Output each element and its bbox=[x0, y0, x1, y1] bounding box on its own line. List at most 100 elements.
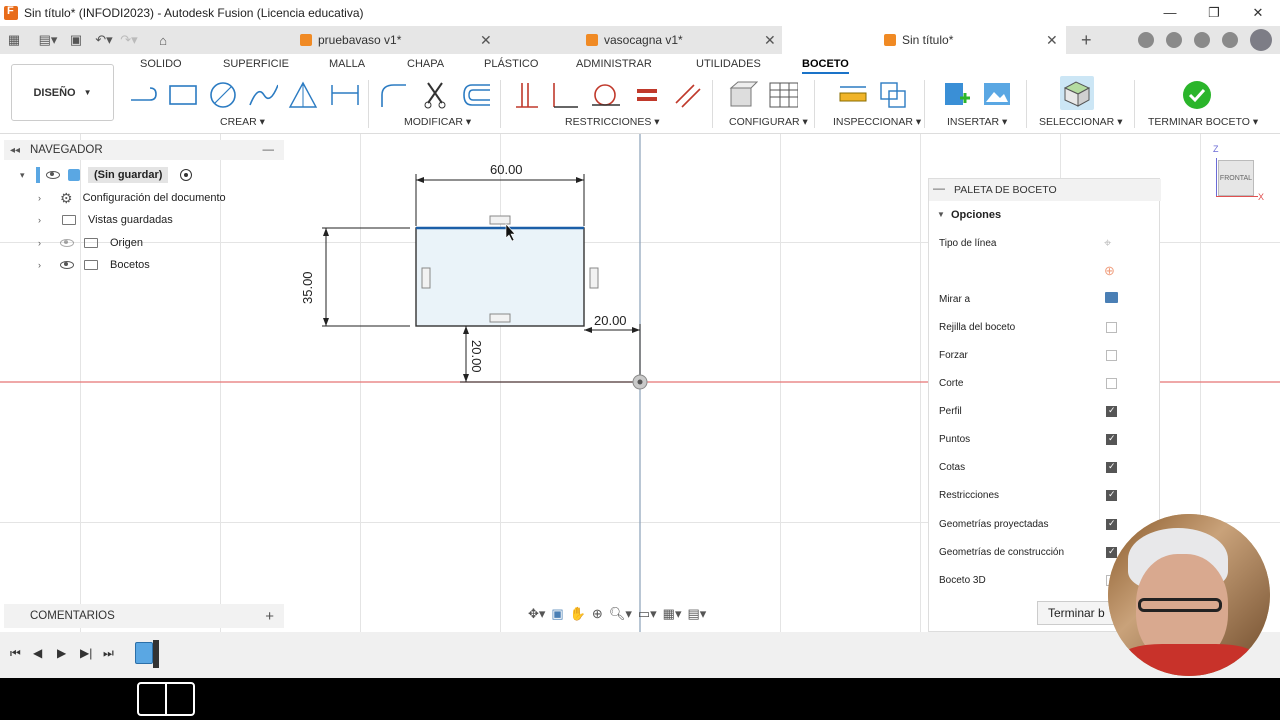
close-tab-icon[interactable]: ✕ bbox=[764, 32, 776, 49]
minimize-icon[interactable]: — bbox=[1148, 0, 1192, 26]
group-configurar[interactable]: CONFIGURAR ▾ bbox=[729, 116, 808, 128]
group-crear[interactable]: CREAR ▾ bbox=[220, 116, 265, 128]
fillet-tool-icon[interactable] bbox=[378, 80, 408, 110]
minimize-panel-icon[interactable]: — bbox=[263, 144, 275, 156]
visibility-eye-icon[interactable] bbox=[46, 171, 60, 179]
navigator-item-vistas[interactable]: › Vistas guardadas bbox=[38, 210, 173, 230]
group-inspeccionar[interactable]: INSPECCIONAR ▾ bbox=[833, 116, 921, 128]
tab-administrar[interactable]: ADMINISTRAR bbox=[576, 58, 652, 70]
polygon-tool-icon[interactable] bbox=[288, 80, 318, 110]
insert-derive-icon[interactable] bbox=[942, 80, 972, 110]
trim-tool-icon[interactable] bbox=[420, 80, 450, 110]
vertical-constraint-icon[interactable] bbox=[589, 267, 599, 289]
redo-icon[interactable]: ↷▾ bbox=[118, 30, 140, 50]
step-back-icon[interactable]: ◀ bbox=[33, 646, 42, 660]
chevron-down-icon[interactable]: ▾ bbox=[20, 170, 30, 181]
checkbox-dimensions[interactable] bbox=[1106, 461, 1117, 473]
offset-tool-icon[interactable] bbox=[460, 80, 490, 110]
rectangle-tool-icon[interactable] bbox=[168, 80, 198, 110]
parameters-table-icon[interactable] bbox=[768, 80, 798, 110]
tab-boceto[interactable]: BOCETO bbox=[802, 58, 849, 74]
new-tab-icon[interactable]: + bbox=[1081, 30, 1092, 51]
add-comment-icon[interactable]: + bbox=[265, 608, 274, 625]
chevron-right-icon[interactable]: › bbox=[38, 238, 48, 248]
dimension-offset-x[interactable]: 20.00 bbox=[594, 313, 627, 328]
close-tab-icon[interactable]: ✕ bbox=[1046, 32, 1058, 49]
measure-icon[interactable] bbox=[838, 80, 868, 110]
sketch-rectangle[interactable] bbox=[415, 227, 585, 327]
pan-icon[interactable]: ✋ bbox=[570, 606, 586, 622]
horizontal-constraint-icon[interactable] bbox=[489, 215, 511, 225]
visibility-eye-icon[interactable] bbox=[60, 261, 74, 269]
chevron-right-icon[interactable]: › bbox=[38, 215, 48, 225]
close-tab-icon[interactable]: ✕ bbox=[480, 32, 492, 49]
arc-tool-icon[interactable] bbox=[248, 80, 278, 110]
group-restricciones[interactable]: RESTRICCIONES ▾ bbox=[565, 116, 660, 128]
checkbox-constraints[interactable] bbox=[1106, 489, 1117, 501]
dimension-offset-y[interactable]: 20.00 bbox=[469, 340, 484, 373]
circle-tool-icon[interactable] bbox=[208, 80, 238, 110]
linetype-construction-icon[interactable]: ⌖ bbox=[1104, 235, 1111, 251]
options-section-title[interactable]: Opciones bbox=[951, 209, 1001, 221]
look-at-icon[interactable] bbox=[1105, 292, 1118, 303]
interference-icon[interactable] bbox=[878, 80, 908, 110]
help-icon[interactable] bbox=[1222, 32, 1238, 48]
notifications-icon[interactable] bbox=[1194, 32, 1210, 48]
go-to-start-icon[interactable]: ⏮ bbox=[10, 646, 21, 661]
equal-constraint-icon[interactable] bbox=[632, 80, 662, 110]
step-forward-icon[interactable]: ▶| bbox=[80, 646, 92, 660]
group-modificar[interactable]: MODIFICAR ▾ bbox=[404, 116, 471, 128]
chevron-down-icon[interactable]: ▼ bbox=[937, 210, 945, 219]
linetype-center-icon[interactable]: ⊕ bbox=[1104, 263, 1115, 279]
job-status-icon[interactable] bbox=[1166, 32, 1182, 48]
tab-malla[interactable]: MALLA bbox=[329, 58, 365, 70]
undo-icon[interactable]: ↶▾ bbox=[93, 30, 115, 50]
group-seleccionar[interactable]: SELECCIONAR ▾ bbox=[1039, 116, 1122, 128]
tab-utilidades[interactable]: UTILIDADES bbox=[696, 58, 761, 70]
line-tool-icon[interactable] bbox=[128, 80, 158, 110]
close-icon[interactable]: ✕ bbox=[1236, 0, 1280, 26]
chevron-right-icon[interactable]: › bbox=[38, 193, 48, 203]
navigator-item-origen[interactable]: › Origen bbox=[38, 233, 143, 253]
collapse-icon[interactable]: — bbox=[933, 181, 945, 195]
avatar[interactable] bbox=[1250, 29, 1272, 51]
extensions-icon[interactable] bbox=[1138, 32, 1154, 48]
dimension-height[interactable]: 35.00 bbox=[300, 271, 315, 304]
timeline-sketch-feature-icon[interactable] bbox=[135, 642, 153, 664]
play-icon[interactable]: ▶ bbox=[57, 646, 66, 660]
go-to-end-icon[interactable]: ⏭ bbox=[103, 646, 114, 661]
visibility-hidden-icon[interactable] bbox=[60, 239, 74, 247]
select-icon[interactable] bbox=[1060, 76, 1094, 110]
grid-settings-icon[interactable]: ▦▾ bbox=[663, 606, 682, 622]
maximize-icon[interactable]: ❐ bbox=[1192, 0, 1236, 26]
orbit-icon[interactable]: ✥▾ bbox=[528, 606, 545, 622]
viewports-icon[interactable]: ▤▾ bbox=[687, 606, 706, 622]
tab-pruebavaso[interactable]: pruebavaso v1* ✕ bbox=[300, 26, 500, 54]
coincident-constraint-icon[interactable] bbox=[512, 80, 542, 110]
dimension-tool-icon[interactable] bbox=[330, 80, 360, 110]
tab-chapa[interactable]: CHAPA bbox=[407, 58, 444, 70]
display-settings-icon[interactable]: ▭▾ bbox=[638, 606, 657, 622]
navigator-item-bocetos[interactable]: › Bocetos bbox=[38, 255, 150, 275]
parallel-constraint-icon[interactable] bbox=[672, 80, 702, 110]
navigator-item-configuracion[interactable]: › ⚙ Configuración del documento bbox=[38, 188, 226, 208]
group-terminar-boceto[interactable]: TERMINAR BOCETO ▾ bbox=[1148, 116, 1258, 128]
checkbox-sketch-grid[interactable] bbox=[1106, 322, 1117, 333]
navigator-root[interactable]: ▾ (Sin guardar) bbox=[20, 165, 193, 185]
viewcube[interactable]: Z X FRONTAL bbox=[1210, 144, 1270, 204]
group-insertar[interactable]: INSERTAR ▾ bbox=[947, 116, 1007, 128]
workspace-selector[interactable]: DISEÑO ▼ bbox=[11, 64, 114, 121]
timeline-marker[interactable] bbox=[153, 640, 159, 668]
checkbox-profile[interactable] bbox=[1106, 405, 1117, 417]
tab-vasocagna[interactable]: vasocagna v1* ✕ bbox=[586, 26, 782, 54]
file-menu-icon[interactable]: ▤▾ bbox=[37, 30, 59, 50]
zoom-window-icon[interactable]: 🔍︎▾ bbox=[609, 606, 632, 622]
chevron-right-icon[interactable]: › bbox=[38, 260, 48, 270]
look-at-icon[interactable]: ▣ bbox=[551, 606, 563, 622]
viewcube-front-face[interactable]: FRONTAL bbox=[1218, 160, 1254, 196]
checkbox-slice[interactable] bbox=[1106, 378, 1117, 389]
tab-solido[interactable]: SOLIDO bbox=[140, 58, 182, 70]
tangent-constraint-icon[interactable] bbox=[590, 80, 620, 110]
tab-sin-titulo[interactable]: Sin título* ✕ bbox=[782, 26, 1066, 54]
save-icon[interactable]: ▣ bbox=[65, 30, 87, 50]
